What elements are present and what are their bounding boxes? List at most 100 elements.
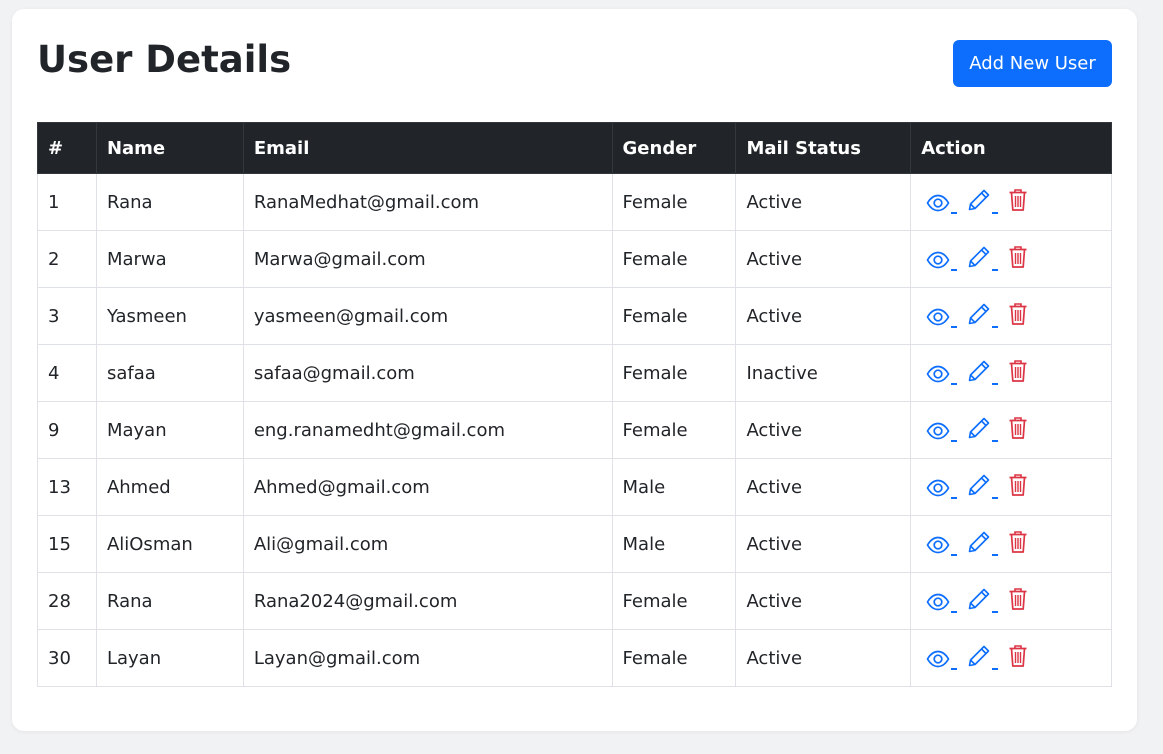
edit-button[interactable] [967, 643, 999, 673]
view-button[interactable] [926, 187, 958, 217]
table-body: 1 Rana RanaMedhat@gmail.com Female Active 2 Ma… [37, 173, 1112, 687]
eye-icon [926, 422, 950, 445]
view-button[interactable] [926, 301, 958, 331]
cell-mail-status: Inactive [735, 344, 912, 402]
view-button[interactable] [926, 472, 958, 502]
row-actions [921, 358, 1101, 388]
delete-button[interactable] [1008, 529, 1028, 559]
cell-id: 1 [37, 173, 97, 231]
pencil-icon [967, 644, 991, 673]
cell-id: 28 [37, 572, 97, 630]
cell-gender: Male [611, 515, 737, 573]
pencil-icon [967, 245, 991, 274]
delete-button[interactable] [1008, 643, 1028, 673]
delete-button[interactable] [1008, 187, 1028, 217]
link-underline [951, 497, 958, 499]
cell-gender: Male [611, 458, 737, 516]
column-header-id: # [37, 122, 97, 174]
link-underline [951, 554, 958, 556]
edit-button[interactable] [967, 529, 999, 559]
row-actions [921, 586, 1101, 616]
cell-gender: Female [611, 344, 737, 402]
link-underline [951, 668, 958, 670]
trash-icon [1008, 416, 1028, 445]
link-underline [992, 611, 999, 613]
cell-mail-status: Active [735, 572, 912, 630]
link-underline [992, 668, 999, 670]
view-button[interactable] [926, 244, 958, 274]
link-underline [951, 326, 958, 328]
column-header-mail-status: Mail Status [735, 122, 912, 174]
edit-button[interactable] [967, 301, 999, 331]
cell-gender: Female [611, 572, 737, 630]
cell-id: 2 [37, 230, 97, 288]
link-underline [951, 440, 958, 442]
row-actions [921, 301, 1101, 331]
cell-gender: Female [611, 629, 737, 687]
cell-mail-status: Active [735, 287, 912, 345]
pencil-icon [967, 359, 991, 388]
pencil-icon [967, 188, 991, 217]
cell-id: 13 [37, 458, 97, 516]
eye-icon [926, 593, 950, 616]
link-underline [951, 269, 958, 271]
view-button[interactable] [926, 643, 958, 673]
cell-mail-status: Active [735, 629, 912, 687]
cell-email: Rana2024@gmail.com [242, 572, 613, 630]
cell-actions [910, 458, 1112, 516]
cell-email: Ali@gmail.com [242, 515, 613, 573]
cell-actions [910, 629, 1112, 687]
delete-button[interactable] [1008, 472, 1028, 502]
link-underline [992, 440, 999, 442]
row-actions [921, 244, 1101, 274]
delete-button[interactable] [1008, 415, 1028, 445]
eye-icon [926, 365, 950, 388]
view-button[interactable] [926, 586, 958, 616]
row-actions [921, 472, 1101, 502]
view-button[interactable] [926, 358, 958, 388]
edit-button[interactable] [967, 244, 999, 274]
cell-actions [910, 230, 1112, 288]
table-row: 9 Mayan eng.ranamedht@gmail.com Female Activ… [37, 401, 1112, 459]
link-underline [951, 212, 958, 214]
cell-email: eng.ranamedht@gmail.com [242, 401, 613, 459]
table-row: 1 Rana RanaMedhat@gmail.com Female Active [37, 173, 1112, 231]
edit-button[interactable] [967, 586, 999, 616]
cell-actions [910, 173, 1112, 231]
delete-button[interactable] [1008, 358, 1028, 388]
cell-name: AliOsman [95, 515, 244, 573]
cell-name: Layan [95, 629, 244, 687]
view-button[interactable] [926, 415, 958, 445]
delete-button[interactable] [1008, 244, 1028, 274]
edit-button[interactable] [967, 187, 999, 217]
link-underline [992, 326, 999, 328]
edit-button[interactable] [967, 415, 999, 445]
delete-button[interactable] [1008, 301, 1028, 331]
edit-button[interactable] [967, 472, 999, 502]
trash-icon [1008, 644, 1028, 673]
add-new-user-button[interactable]: Add New User [953, 40, 1112, 87]
cell-actions [910, 515, 1112, 573]
view-button[interactable] [926, 529, 958, 559]
cell-mail-status: Active [735, 173, 912, 231]
cell-mail-status: Active [735, 458, 912, 516]
cell-actions [910, 287, 1112, 345]
delete-button[interactable] [1008, 586, 1028, 616]
cell-gender: Female [611, 287, 737, 345]
cell-mail-status: Active [735, 401, 912, 459]
edit-button[interactable] [967, 358, 999, 388]
cell-id: 3 [37, 287, 97, 345]
cell-actions [910, 572, 1112, 630]
eye-icon [926, 650, 950, 673]
column-header-name: Name [95, 122, 244, 174]
table-row: 30 Layan Layan@gmail.com Female Active [37, 629, 1112, 687]
eye-icon [926, 308, 950, 331]
eye-icon [926, 194, 950, 217]
cell-gender: Female [611, 173, 737, 231]
pencil-icon [967, 416, 991, 445]
trash-icon [1008, 245, 1028, 274]
cell-name: Rana [95, 572, 244, 630]
trash-icon [1008, 188, 1028, 217]
cell-id: 9 [37, 401, 97, 459]
link-underline [992, 212, 999, 214]
